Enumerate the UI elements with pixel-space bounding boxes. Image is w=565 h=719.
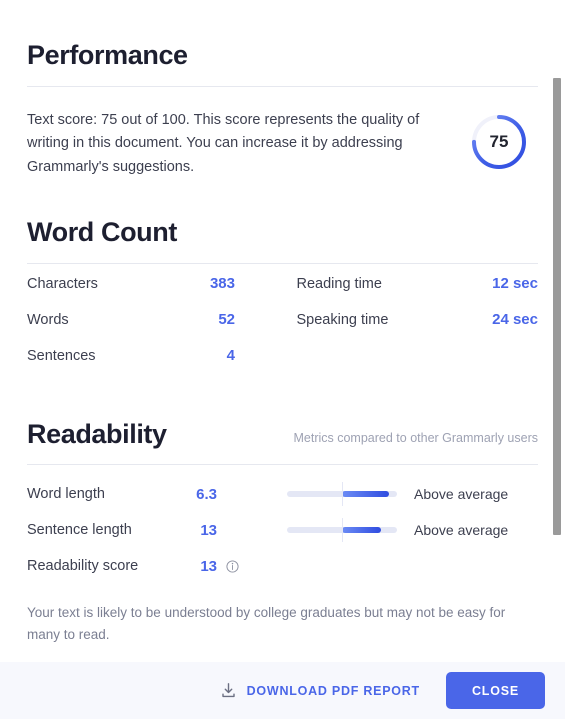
comparison-bar-caption: Above average — [414, 522, 509, 539]
word-count-right-column: Reading time 12 sec Speaking time 24 sec — [297, 275, 539, 383]
report-content: Performance Text score: 75 out of 100. T… — [0, 0, 565, 646]
readability-note: Metrics compared to other Grammarly user… — [293, 431, 538, 446]
word-count-section-header: Word Count — [27, 179, 538, 246]
readability-row: Sentence length 13 Above average — [27, 512, 538, 548]
metric-value: 24 sec — [492, 311, 538, 329]
text-score-value: 75 — [489, 132, 509, 151]
comparison-bar — [287, 482, 397, 507]
readability-metric-label: Readability score — [27, 558, 139, 575]
readability-summary: Your text is likely to be understood by … — [27, 605, 506, 643]
word-count-row: Sentences 4 — [27, 347, 269, 383]
performance-body: Text score: 75 out of 100. This score re… — [27, 87, 538, 179]
scrollbar-thumb[interactable] — [553, 78, 561, 535]
readability-section-header: Readability Metrics compared to other Gr… — [27, 383, 538, 448]
readability-metric-value: 6.3 — [196, 485, 217, 503]
readability-row: Word length 6.3 Above average — [27, 476, 538, 512]
readability-title: Readability — [27, 419, 167, 450]
comparison-bar — [287, 518, 397, 543]
comparison-bar-average-tick — [342, 518, 343, 543]
metric-label: Sentences — [27, 348, 96, 365]
metric-value: 4 — [226, 347, 235, 365]
scrollbar-track[interactable] — [553, 0, 561, 662]
metric-label: Words — [27, 312, 69, 329]
word-count-row: Characters 383 — [27, 275, 269, 311]
download-pdf-report-label: DOWNLOAD PDF REPORT — [246, 683, 420, 698]
info-icon[interactable] — [226, 560, 239, 573]
word-count-row: Reading time 12 sec — [297, 275, 539, 311]
performance-section-header: Performance — [27, 0, 538, 69]
word-count-row: Speaking time 24 sec — [297, 311, 539, 347]
report-footer: DOWNLOAD PDF REPORT CLOSE — [0, 662, 565, 719]
comparison-bar-average-tick — [342, 482, 343, 507]
metric-label: Characters — [27, 276, 98, 293]
comparison-bar-caption: Above average — [414, 486, 509, 503]
readability-metrics: Word length 6.3 Above average Sentence leng… — [27, 465, 538, 584]
word-count-left-column: Characters 383 Words 52 Sentences 4 — [27, 275, 269, 383]
word-count-title: Word Count — [27, 217, 177, 248]
readability-metric-label: Sentence length — [27, 522, 132, 539]
close-button[interactable]: CLOSE — [445, 672, 545, 709]
metric-value: 383 — [209, 275, 235, 293]
metric-value: 12 sec — [492, 275, 538, 293]
metric-label: Reading time — [296, 276, 382, 293]
metric-value: 52 — [218, 311, 235, 329]
readability-metric-label: Word length — [27, 486, 105, 503]
performance-description: Text score: 75 out of 100. This score re… — [27, 112, 420, 175]
readability-row: Readability score 13 — [27, 548, 538, 584]
comparison-bar-fill — [342, 527, 381, 534]
text-score-ring: 75 — [470, 113, 528, 171]
download-pdf-report-button[interactable]: DOWNLOAD PDF REPORT — [216, 676, 424, 705]
readability-metric-value: 13 — [200, 557, 217, 575]
metric-label: Speaking time — [296, 312, 389, 329]
word-count-metrics: Characters 383 Words 52 Sentences 4 Reading t… — [27, 264, 538, 383]
download-icon — [220, 682, 237, 699]
word-count-row: Words 52 — [27, 311, 269, 347]
comparison-bar-fill — [342, 491, 390, 498]
readability-metric-value: 13 — [200, 521, 217, 539]
page-title: Performance — [27, 40, 188, 70]
performance-report-panel: Performance Text score: 75 out of 100. T… — [0, 0, 565, 719]
report-scroll-area[interactable]: Performance Text score: 75 out of 100. T… — [0, 0, 565, 662]
